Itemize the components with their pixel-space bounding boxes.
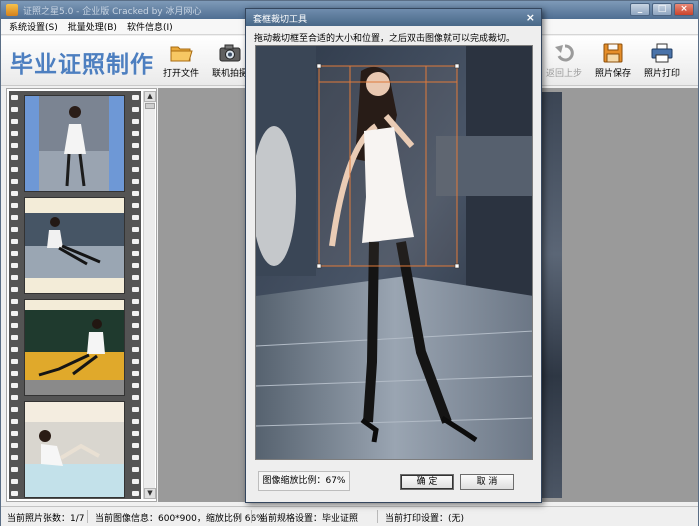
brand-title: 毕业证照制作 xyxy=(10,52,154,78)
filmstrip-panel: ▲ ▼ xyxy=(6,88,157,502)
undo-button[interactable]: 返回上步 xyxy=(538,42,590,82)
open-file-button[interactable]: 打开文件 xyxy=(155,42,207,82)
save-photo-button[interactable]: 照片保存 xyxy=(587,42,639,82)
close-button[interactable]: × xyxy=(674,3,694,16)
menu-software-info[interactable]: 软件信息(I) xyxy=(127,20,173,33)
status-spec: 当前规格设置：毕业证照 xyxy=(259,514,359,524)
print-photo-label: 照片打印 xyxy=(643,69,680,79)
dialog-instruction: 拖动裁切框至合适的大小和位置，之后双击图像就可以完成裁切。 xyxy=(254,34,516,44)
film-frame-3[interactable] xyxy=(24,299,125,396)
film-frame-4-thumbnail xyxy=(25,402,124,497)
camera-icon xyxy=(219,44,241,62)
scroll-down-arrow[interactable]: ▼ xyxy=(144,488,156,499)
zoom-ratio-label: 图像缩放比例：67% xyxy=(258,471,350,491)
scroll-up-arrow[interactable]: ▲ xyxy=(144,91,156,102)
minimize-button[interactable]: _ xyxy=(630,3,650,16)
app-icon xyxy=(6,4,18,16)
save-photo-label: 照片保存 xyxy=(594,69,631,79)
background-photo-edge xyxy=(542,92,562,498)
dialog-close-icon[interactable]: × xyxy=(526,11,535,24)
filmstrip-scrollbar[interactable]: ▲ ▼ xyxy=(143,91,156,499)
film-frame-1-thumbnail xyxy=(25,96,124,191)
film-frame-1[interactable] xyxy=(24,95,125,192)
filmstrip xyxy=(9,91,141,499)
status-bar: 当前照片张数：1/7 当前图像信息：600*900，缩放比例 66% 当前规格设… xyxy=(1,506,698,526)
status-photo-count: 当前照片张数：1/7 xyxy=(7,514,85,524)
undo-icon xyxy=(555,44,574,62)
scroll-thumb[interactable] xyxy=(145,103,155,109)
crop-preview-photo[interactable] xyxy=(256,46,533,460)
status-image-info: 当前图像信息：600*900，缩放比例 66% xyxy=(95,514,265,524)
cancel-button[interactable]: 取 消 xyxy=(460,474,514,490)
save-icon xyxy=(603,43,623,63)
film-frame-2[interactable] xyxy=(24,197,125,294)
film-frame-3-thumbnail xyxy=(25,300,124,395)
dialog-titlebar[interactable]: 套框裁切工具 × xyxy=(246,9,541,26)
crop-tool-dialog: 套框裁切工具 × 拖动裁切框至合适的大小和位置，之后双击图像就可以完成裁切。 图… xyxy=(245,8,542,503)
crop-preview-image[interactable] xyxy=(255,45,533,460)
confirm-button[interactable]: 确 定 xyxy=(400,474,454,490)
film-frame-4[interactable] xyxy=(24,401,125,498)
filmstrip-sprockets-left xyxy=(9,91,19,499)
maximize-button[interactable]: □ xyxy=(652,3,672,16)
menu-system-settings[interactable]: 系统设置(S) xyxy=(9,20,58,33)
status-print: 当前打印设置：(无) xyxy=(385,514,465,524)
printer-icon xyxy=(651,43,673,63)
menu-batch-process[interactable]: 批量处理(B) xyxy=(68,20,117,33)
open-file-label: 打开文件 xyxy=(162,69,199,79)
undo-label: 返回上步 xyxy=(545,69,582,79)
folder-open-icon xyxy=(170,46,193,62)
window-title: 证照之星5.0 - 企业版 Cracked by 冰月网心 xyxy=(23,7,202,17)
dialog-title: 套框裁切工具 xyxy=(253,15,308,25)
print-photo-button[interactable]: 照片打印 xyxy=(636,42,688,82)
film-frame-2-thumbnail xyxy=(25,198,124,293)
filmstrip-sprockets-right xyxy=(130,91,140,499)
